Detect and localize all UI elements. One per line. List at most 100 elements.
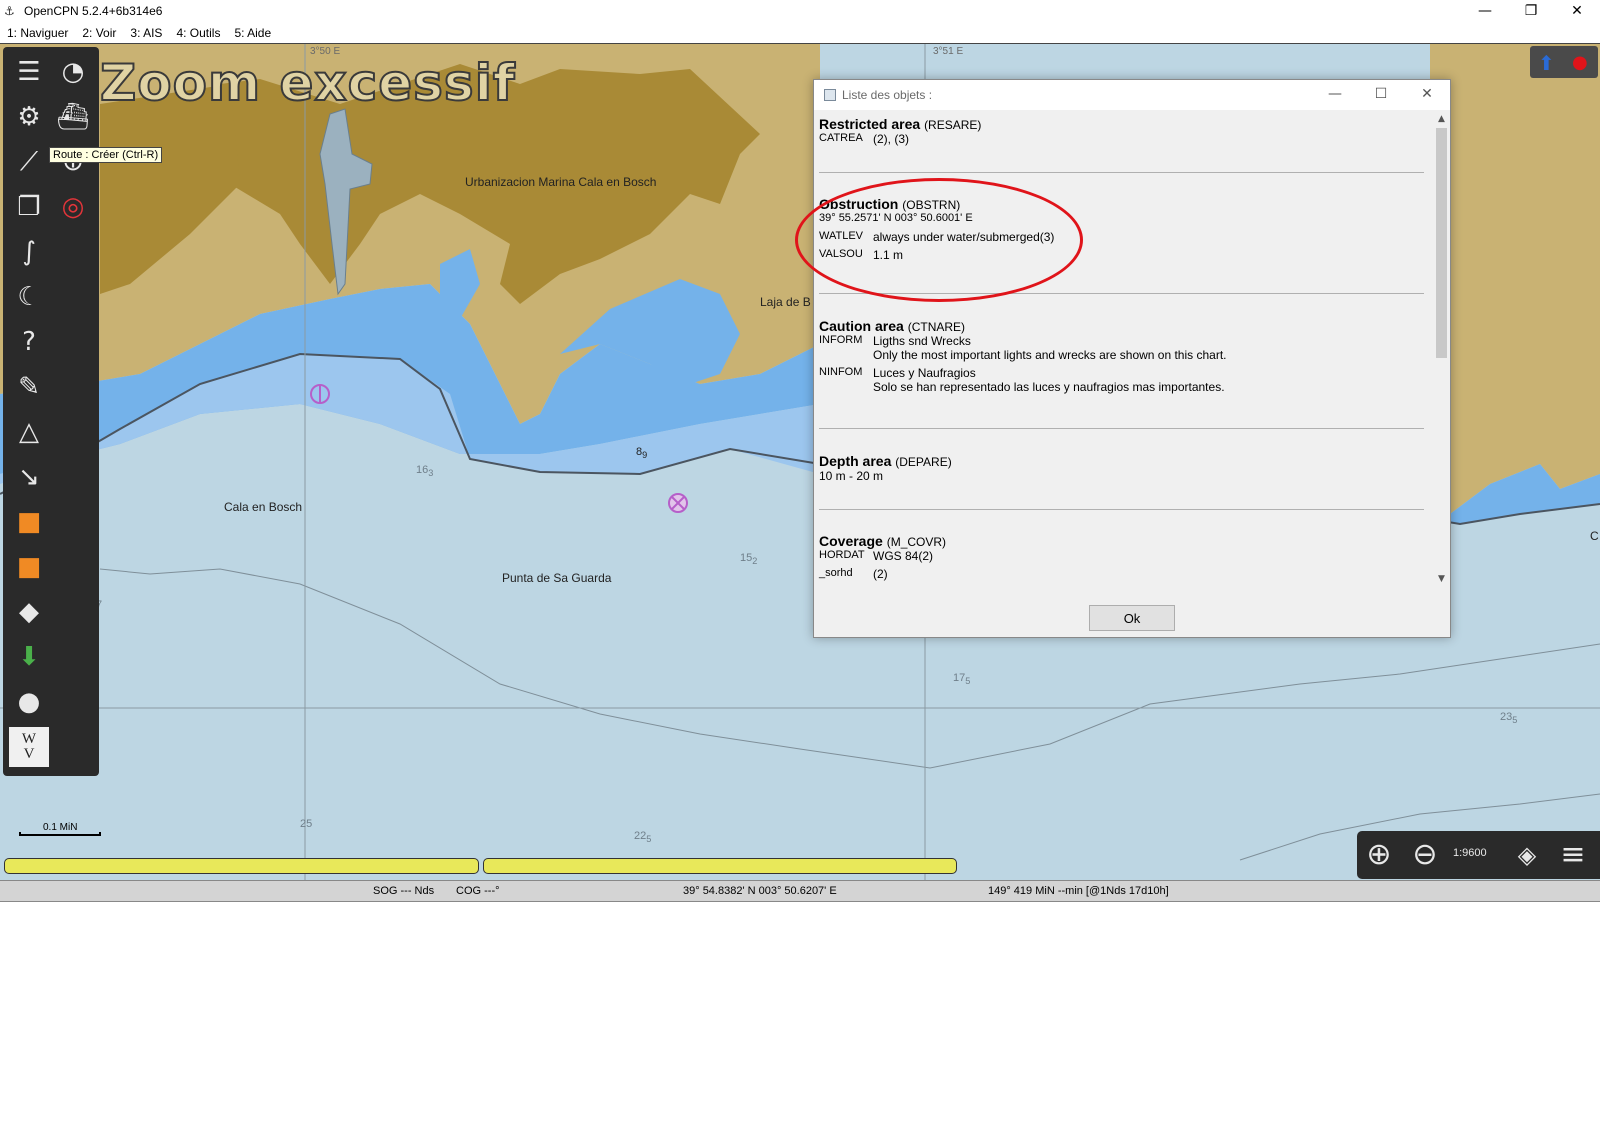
attribute-key: CATREA [819,132,863,144]
object-code: (CTNARE) [907,320,966,334]
compass-icon: ⚓ [4,4,15,18]
ok-button[interactable]: Ok [1089,605,1175,631]
attribute-value: WGS 84(2) [873,549,934,563]
status-position: 39° 54.8382' N 003° 50.6207' E [683,885,837,897]
place-label-cala: Cala en Bosch [224,500,303,514]
download-icon[interactable]: ⬇ [9,637,49,677]
object-attribute: INFORM Ligths snd Wrecks Only the most imp… [819,334,1424,362]
depth-sounding: 175 [953,672,971,687]
dialog-window-controls: — ☐ ✕ [1312,80,1450,110]
maximize-button[interactable]: ❐ [1508,0,1554,24]
depth-sounding: 163 [416,464,434,479]
status-cog: COG ---° [456,885,500,897]
route-edit-icon[interactable]: ✎ [9,367,49,407]
wv-bottom-letter: V [23,746,35,762]
north-compass-icon: ⬆ [1538,51,1555,75]
globe-icon[interactable]: ● [9,682,49,722]
menu-outils[interactable]: 4: Outils [169,24,227,43]
highlight-circle-annotation [795,178,1083,302]
lifebuoy-icon[interactable]: ◎ [53,187,93,227]
dashboard-gauge-icon[interactable]: ◔ [53,52,93,92]
place-label-marina: Urbanizacion Marina Cala en Bosch [465,175,657,189]
plugin-record-icon[interactable]: ■ [9,502,49,542]
compass-widget[interactable]: ⬆ ● [1530,46,1598,78]
window-title: OpenCPN 5.2.4+6b314e6 [24,4,163,18]
zoom-out-icon[interactable]: ⊖ [1405,835,1445,875]
place-label-laja: Laja de B [760,295,811,309]
attribute-value: Ligths snd Wrecks Only the most important… [873,334,1227,362]
attribute-value: (2) [873,567,888,581]
object-name: Restricted area [819,116,921,132]
measure-arrow-icon[interactable]: ↘ [9,457,49,497]
scale-bar: 0.1 MiN [19,822,103,836]
tooltip: Route : Créer (Ctrl-R) [49,147,163,163]
object-attribute: _sorhd (2) [819,567,1424,581]
menu-naviguer[interactable]: 1: Naviguer [0,24,75,43]
place-label-punta: Punta de Sa Guarda [502,571,612,585]
menu-aide[interactable]: 5: Aide [227,24,278,43]
object-code: (DEPARE) [895,455,952,469]
window-titlebar: ⚓ OpenCPN 5.2.4+6b314e6 — ❐ ✕ [0,0,1600,24]
zoom-in-icon[interactable]: ⊕ [1359,835,1399,875]
night-mode-icon[interactable]: ☾ [9,277,49,317]
attribute-value: (2), (3) [873,132,909,146]
ship-focus-icon[interactable]: ◈ [1507,835,1547,875]
chart-scale: 1:9600 [1453,847,1487,859]
gps-status-icon: ● [1572,52,1588,73]
dialog-titlebar: Liste des objets : — ☐ ✕ [814,80,1450,110]
menu-bar: 1: Naviguer 2: Voir 3: AIS 4: Outils 5: … [0,24,1600,43]
object-ctnare: Caution area (CTNARE) INFORM Ligths snd W… [819,318,1424,394]
dialog-scrollbar[interactable]: ▲ ▼ [1434,110,1449,588]
scale-bar-line [19,832,101,836]
dialog-close-button[interactable]: ✕ [1404,80,1450,110]
status-bar: SOG --- Nds COG ---° 39° 54.8382' N 003°… [0,880,1600,902]
husky-plugin-icon[interactable]: ◆ [9,592,49,632]
object-m-covr: Coverage (M_COVR) HORDAT WGS 84(2) _sorhd… [819,533,1424,581]
menu-ais[interactable]: 3: AIS [123,24,169,43]
object-heading: Depth area (DEPARE) [819,453,1424,469]
status-sog: SOG --- Nds [373,885,435,897]
dialog-minimize-button[interactable]: — [1312,80,1358,110]
menu-hamburger-icon[interactable]: ☰ [9,52,49,92]
zoom-controls: ⊕ ⊖ 1:9600 ◈ ≡ [1357,831,1600,879]
depth-sounding: 89 [636,446,648,461]
help-icon[interactable]: ? [9,322,49,362]
chart-bar-menu-icon[interactable]: ≡ [1553,835,1593,875]
route-manager-icon[interactable]: △ [9,412,49,452]
attribute-value-line: Only the most important lights and wreck… [873,348,1227,362]
attribute-key: _sorhd [819,567,853,579]
object-attribute: CATREA (2), (3) [819,132,1424,146]
ais-ship-icon[interactable]: ⛴ [53,97,93,137]
attribute-key: NINFOM [819,366,863,378]
route-create-icon[interactable]: ⟋ [9,142,49,182]
weather-vane-icon[interactable]: W V [9,727,49,767]
object-name: Coverage [819,533,883,549]
object-separator [819,172,1424,173]
plugin-play-icon[interactable]: ■ [9,547,49,587]
place-label-edge: C [1590,529,1599,543]
minimize-button[interactable]: — [1462,0,1508,24]
scroll-down-icon[interactable]: ▼ [1434,572,1449,586]
menu-voir[interactable]: 2: Voir [75,24,123,43]
object-code: (RESARE) [924,118,982,132]
document-copy-icon[interactable]: ❐ [9,187,49,227]
attribute-value-line: Luces y Naufragios [873,366,976,380]
attribute-key: INFORM [819,334,863,346]
object-name: Depth area [819,453,892,469]
object-resare: Restricted area (RESARE) CATREA (2), (3) [819,116,1424,146]
close-button[interactable]: ✕ [1554,0,1600,24]
track-icon[interactable]: ∫ [9,232,49,272]
depth-sounding: 152 [740,552,758,567]
dialog-maximize-button[interactable]: ☐ [1358,80,1404,110]
status-bearing: 149° 419 MiN --min [@1Nds 17d10h] [988,885,1169,897]
scroll-up-icon[interactable]: ▲ [1434,112,1449,126]
object-heading: Restricted area (RESARE) [819,116,1424,132]
object-heading: Coverage (M_COVR) [819,533,1424,549]
depth-sounding: 225 [634,830,652,845]
object-depth-range: 10 m - 20 m [819,469,884,483]
chart-bar-secondary[interactable] [483,858,957,874]
attribute-value-line: Ligths snd Wrecks [873,334,971,348]
scroll-thumb[interactable] [1436,128,1447,358]
chart-bar-primary[interactable] [4,858,479,874]
settings-gear-icon[interactable]: ⚙ [9,97,49,137]
